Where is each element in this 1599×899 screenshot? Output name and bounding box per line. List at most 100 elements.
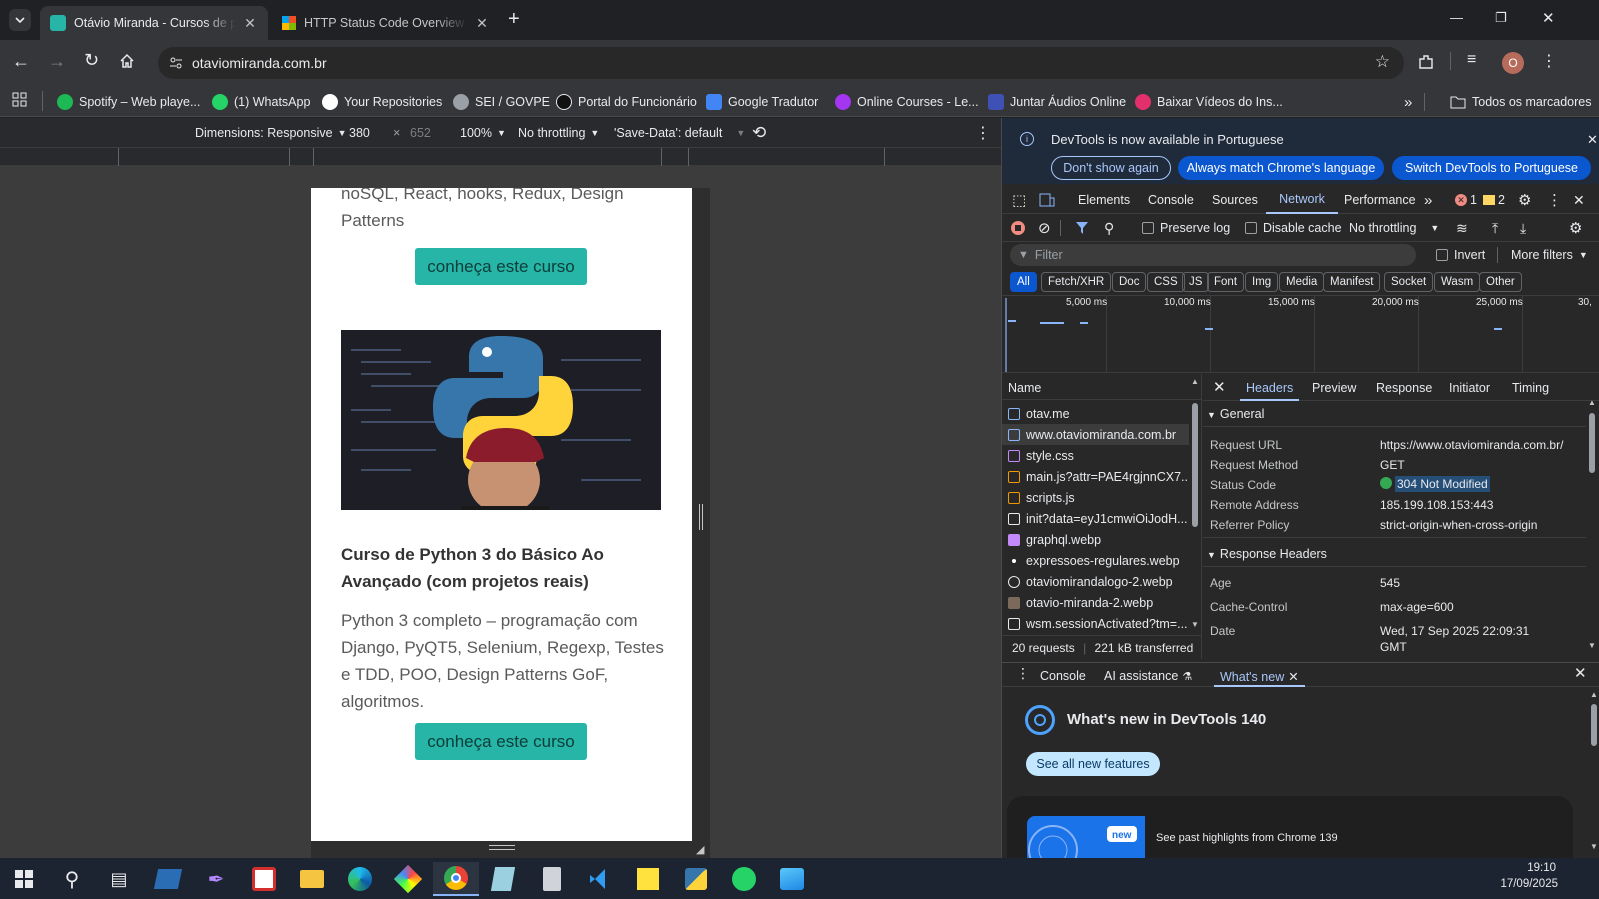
site-info-icon[interactable]	[168, 55, 184, 71]
tab-sources[interactable]: Sources	[1212, 186, 1258, 214]
invert-checkbox[interactable]: Invert	[1436, 242, 1485, 268]
corner-resize-icon[interactable]: ◢	[696, 843, 704, 856]
details-scrollbar[interactable]: ▲ ▼	[1588, 398, 1596, 653]
settings-gear-icon[interactable]: ⚙	[1518, 186, 1531, 214]
header-value[interactable]: Wed, 17 Sep 2025 22:09:31	[1380, 624, 1529, 638]
general-section-toggle[interactable]: ▼ General	[1207, 407, 1264, 421]
drawer-tab-ai-assistance[interactable]: AI assistance ⚗	[1104, 669, 1192, 683]
drawer-menu-icon[interactable]: ⋮	[1016, 665, 1030, 682]
edge-icon[interactable]	[343, 862, 377, 896]
type-filter-js[interactable]: JS	[1182, 272, 1210, 292]
disable-cache-checkbox[interactable]: Disable cache	[1245, 214, 1342, 242]
apps-grid-icon[interactable]	[12, 92, 28, 108]
highlights-link[interactable]: See past highlights from Chrome 139	[1156, 832, 1338, 844]
see-all-features-button[interactable]: See all new features	[1026, 752, 1160, 776]
timeline-selection-marker[interactable]	[1005, 298, 1007, 372]
device-menu-icon[interactable]: ⋮	[975, 118, 991, 148]
type-filter-fetch-xhr[interactable]: Fetch/XHR	[1041, 272, 1112, 292]
extensions-icon[interactable]	[1417, 53, 1435, 71]
tab-console[interactable]: Console	[1148, 186, 1194, 214]
filter-funnel-icon[interactable]	[1075, 214, 1089, 242]
device-toggle-icon[interactable]	[1039, 186, 1055, 214]
match-language-button[interactable]: Always match Chrome's language	[1178, 156, 1384, 180]
request-row-selected[interactable]: www.otaviomiranda.com.br	[1002, 424, 1189, 445]
python-idle-icon[interactable]	[679, 862, 713, 896]
zoom-dropdown[interactable]: 100% ▼	[460, 118, 506, 148]
forward-arrow-icon[interactable]: →	[48, 51, 66, 72]
maximize-button[interactable]: ❐	[1495, 10, 1507, 26]
rotate-icon[interactable]: ⟲	[752, 118, 766, 148]
task-view-icon[interactable]: ▤	[102, 862, 136, 896]
feather-app-icon[interactable]: ✒	[199, 862, 233, 896]
type-filter-wasm[interactable]: Wasm	[1434, 272, 1481, 292]
home-icon[interactable]	[119, 53, 135, 69]
details-tab-timing[interactable]: Timing	[1512, 381, 1549, 395]
tab-performance[interactable]: Performance	[1344, 186, 1416, 214]
banner-close-icon[interactable]: ✕	[1587, 132, 1598, 148]
header-value[interactable]: 545	[1380, 576, 1400, 590]
close-details-icon[interactable]: ✕	[1213, 378, 1226, 396]
address-bar[interactable]: otaviomiranda.com.br ☆	[158, 47, 1404, 79]
request-list-scrollbar[interactable]: ▲ ▼	[1191, 377, 1199, 631]
request-row[interactable]: otav.me	[1002, 403, 1189, 424]
type-filter-manifest[interactable]: Manifest	[1323, 272, 1381, 292]
notes-app-icon[interactable]	[486, 862, 520, 896]
request-row[interactable]: init?data=eyJ1cmwiOiJodH...	[1002, 508, 1189, 529]
tab-close-icon[interactable]: ✕	[242, 15, 258, 32]
close-devtools-icon[interactable]: ✕	[1573, 186, 1585, 214]
back-arrow-icon[interactable]: ←	[12, 51, 30, 72]
bookmark-repositories[interactable]: Your Repositories	[322, 91, 442, 113]
network-conditions-icon[interactable]: ≋	[1456, 214, 1468, 242]
import-har-icon[interactable]: ⤒	[1492, 214, 1498, 242]
scrollbar-thumb[interactable]	[1589, 413, 1595, 473]
scroll-down-arrow-icon[interactable]: ▼	[1588, 641, 1596, 650]
python-course-thumbnail[interactable]	[341, 330, 661, 510]
network-throttle-dropdown[interactable]: No throttling ▼	[1349, 214, 1439, 242]
drawer-tab-console[interactable]: Console	[1040, 669, 1086, 683]
git-app-icon[interactable]	[391, 862, 425, 896]
status-code-value[interactable]: 304 Not Modified	[1395, 476, 1490, 492]
type-filter-all[interactable]: All	[1010, 272, 1037, 292]
all-bookmarks-button[interactable]: Todos os marcadores	[1450, 91, 1592, 113]
type-filter-img[interactable]: Img	[1245, 272, 1279, 292]
profile-avatar[interactable]: O	[1502, 52, 1524, 74]
request-row[interactable]: scripts.js	[1002, 487, 1189, 508]
request-row[interactable]: main.js?attr=PAE4rgjnnCX7...	[1002, 466, 1189, 487]
bookmark-whatsapp[interactable]: (1) WhatsApp	[212, 91, 310, 113]
error-count[interactable]: ✕ 1 2	[1455, 186, 1505, 214]
drawer-scrollbar[interactable]: ▲ ▼	[1590, 690, 1598, 855]
bookmark-portal[interactable]: Portal do Funcionário	[556, 91, 697, 113]
height-input[interactable]: 652	[410, 118, 431, 148]
close-drawer-icon[interactable]: ✕	[1574, 664, 1587, 682]
type-filter-media[interactable]: Media	[1279, 272, 1325, 292]
scroll-down-arrow-icon[interactable]: ▼	[1191, 620, 1199, 629]
reload-icon[interactable]: ↻	[84, 50, 99, 71]
file-explorer-icon[interactable]	[295, 862, 329, 896]
photos-app-icon[interactable]	[775, 862, 809, 896]
inspect-element-icon[interactable]: ⬚	[1012, 186, 1026, 214]
more-filters-dropdown[interactable]: More filters ▼	[1511, 242, 1588, 268]
red-app-icon[interactable]	[247, 862, 281, 896]
type-filter-font[interactable]: Font	[1207, 272, 1245, 292]
sticky-notes-icon[interactable]	[631, 862, 665, 896]
switch-portuguese-button[interactable]: Switch DevTools to Portuguese	[1392, 156, 1591, 180]
details-tab-initiator[interactable]: Initiator	[1449, 381, 1490, 395]
header-value[interactable]: max-age=600	[1380, 600, 1454, 614]
chrome-menu-icon[interactable]: ⋮	[1541, 51, 1557, 71]
scrollbar-thumb[interactable]	[1591, 704, 1597, 746]
tab-elements[interactable]: Elements	[1078, 186, 1130, 214]
filter-input[interactable]: ▼ Filter	[1010, 244, 1416, 266]
bookmark-baixar-videos[interactable]: Baixar Vídeos do Ins...	[1135, 91, 1283, 113]
vscode-icon[interactable]	[583, 862, 617, 896]
header-value[interactable]: https://www.otaviomiranda.com.br/	[1380, 438, 1563, 452]
resize-handle-icon[interactable]	[699, 504, 703, 530]
request-row[interactable]: expressoes-regulares.webp	[1002, 550, 1189, 571]
bookmark-juntar-audios[interactable]: Juntar Áudios Online	[988, 91, 1126, 113]
scroll-up-arrow-icon[interactable]: ▲	[1588, 398, 1596, 407]
details-tab-headers[interactable]: Headers	[1240, 374, 1300, 401]
header-value[interactable]: GET	[1380, 458, 1405, 472]
calculator-icon[interactable]	[535, 862, 569, 896]
bookmark-star-icon[interactable]: ☆	[1375, 52, 1390, 72]
response-headers-toggle[interactable]: ▼ Response Headers	[1207, 547, 1327, 561]
request-row[interactable]: wsm.sessionActivated?tm=...	[1002, 613, 1189, 634]
